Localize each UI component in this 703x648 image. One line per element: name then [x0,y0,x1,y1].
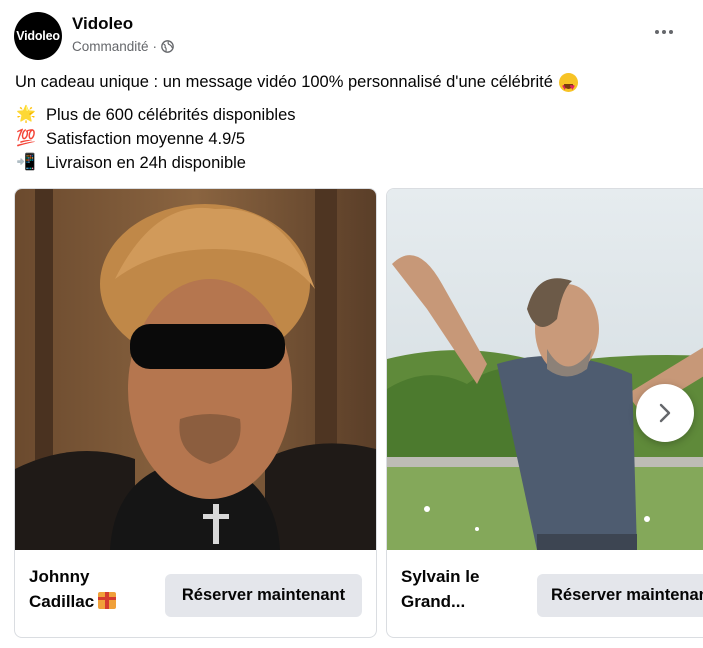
gift-emoji-icon [98,592,117,609]
ad-carousel[interactable]: Johnny Cadillac Réserver maintenant Sylv… [14,188,703,638]
bullet-text: Satisfaction moyenne 4.9/5 [46,130,246,148]
post-meta: Commandité · [72,39,174,54]
more-options-icon[interactable] [648,22,680,42]
globe-icon[interactable] [161,40,174,53]
bullet-text: Livraison en 24h disponible [46,154,246,172]
hundred-points-emoji-icon: 💯 [16,130,36,147]
carousel-next-button[interactable] [636,384,694,442]
card-title[interactable]: Johnny Cadillac [29,564,149,614]
card-footer: Sylvain le Grand... Réserver maintenant [387,550,703,637]
post-message: Un cadeau unique : un message vidéo 100%… [15,70,578,175]
sparkle-star-emoji-icon: 🌟 [16,106,36,123]
bullet-item: 💯 Satisfaction moyenne 4.9/5 [15,127,578,151]
card-title-line: Sylvain le [401,567,480,586]
book-now-button[interactable]: Réserver maintenant [165,574,362,617]
celebrity-photo[interactable] [387,189,703,550]
card-footer: Johnny Cadillac Réserver maintenant [15,550,376,637]
page-name-link[interactable]: Vidoleo [72,14,133,34]
bullet-item: 📲 Livraison en 24h disponible [15,151,578,175]
avatar[interactable]: Vidoleo [14,12,62,60]
post-header: Vidoleo Vidoleo Commandité · [14,12,694,60]
mobile-arrow-emoji-icon: 📲 [16,154,36,171]
bullet-text: Plus de 600 célébrités disponibles [46,106,296,124]
meta-separator: · [152,39,158,54]
heart-eyes-emoji-icon [558,72,578,99]
sponsored-label[interactable]: Commandité [72,39,149,54]
bullet-item: 🌟 Plus de 600 célébrités disponibles [15,103,578,127]
carousel-card[interactable]: Johnny Cadillac Réserver maintenant [14,188,377,638]
chevron-right-icon [659,403,671,423]
book-now-button[interactable]: Réserver maintenant [537,574,703,617]
celebrity-photo[interactable] [15,189,376,550]
post-intro-text: Un cadeau unique : un message vidéo 100%… [15,73,553,91]
card-title-line: Johnny [29,567,90,586]
card-title[interactable]: Sylvain le Grand... [401,564,521,614]
avatar-logo-text: Vidoleo [16,29,60,43]
card-title-line: Grand... [401,592,466,611]
post-intro-line: Un cadeau unique : un message vidéo 100%… [15,70,578,99]
card-title-line: Cadillac [29,592,95,611]
